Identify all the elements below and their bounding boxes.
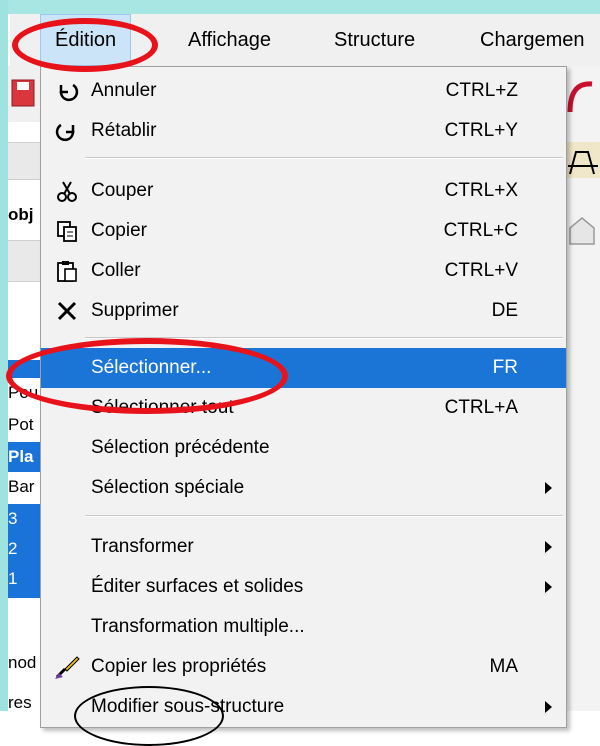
menu-item-label: Annuler <box>91 80 157 101</box>
left-toolbar <box>8 66 40 122</box>
annotation-circle-edition <box>12 18 158 72</box>
menu-item-shortcut: CTRL+V <box>444 260 518 281</box>
save-icon[interactable] <box>8 74 38 114</box>
left-filter-strip <box>8 240 40 282</box>
undo-icon <box>53 77 81 105</box>
submenu-arrow-icon <box>545 482 552 494</box>
menu-item-transformer[interactable]: Transformer <box>41 527 566 567</box>
menu-structure[interactable]: Structure <box>334 14 415 66</box>
left-label-nod: nod <box>8 653 37 672</box>
annotation-circle-partial <box>74 686 224 746</box>
menu-item-label: Copier les propriétés <box>91 656 267 677</box>
menu-item-coller[interactable]: Coller CTRL+V <box>41 251 566 291</box>
submenu-arrow-icon <box>545 581 552 593</box>
menu-item-label: Couper <box>91 180 154 201</box>
menu-item-retablir[interactable]: Rétablir CTRL+Y <box>41 111 566 151</box>
redo-icon <box>53 117 81 145</box>
home-icon[interactable] <box>566 210 600 250</box>
left-label-pot[interactable]: Pot <box>8 410 40 440</box>
submenu-arrow-icon <box>545 541 552 553</box>
left-label-pla[interactable]: Pla <box>8 442 40 472</box>
left-label-res: res <box>8 693 32 712</box>
menu-item-selection-speciale[interactable]: Sélection spéciale <box>41 468 566 508</box>
brush-icon <box>53 653 81 681</box>
paste-icon <box>53 257 81 285</box>
menu-chargement[interactable]: Chargemen <box>480 14 585 66</box>
menu-item-supprimer[interactable]: Supprimer DE <box>41 291 566 331</box>
menu-item-couper[interactable]: Couper CTRL+X <box>41 171 566 211</box>
left-label-3[interactable]: 3 <box>8 504 40 534</box>
menu-item-shortcut: DE <box>491 300 518 321</box>
menu-item-annuler[interactable]: Annuler CTRL+Z <box>41 71 566 111</box>
menu-separator <box>85 157 563 159</box>
window-left-strip <box>0 0 8 711</box>
menu-item-shortcut: CTRL+Z <box>445 80 518 101</box>
menu-item-label: Transformer <box>91 536 194 557</box>
menu-separator <box>85 515 563 517</box>
menu-item-shortcut: CTRL+A <box>444 397 518 418</box>
menu-item-copier[interactable]: Copier CTRL+C <box>41 211 566 251</box>
scissors-icon <box>53 177 81 205</box>
menu-affichage[interactable]: Affichage <box>188 14 271 66</box>
menu-item-shortcut: CTRL+Y <box>444 120 518 141</box>
right-toolbar <box>566 72 600 122</box>
menu-item-label: Éditer surfaces et solides <box>91 576 304 597</box>
menu-item-shortcut: CTRL+C <box>443 220 518 241</box>
redo-toolbar-icon[interactable] <box>566 72 600 122</box>
left-label-2[interactable]: 2 <box>8 534 40 564</box>
menu-item-shortcut: CTRL+X <box>444 180 518 201</box>
left-toolbar-strip <box>8 142 40 180</box>
menu-item-label: Coller <box>91 260 141 281</box>
menu-item-shortcut: MA <box>489 656 519 677</box>
menu-item-selection-precedente[interactable]: Sélection précédente <box>41 428 566 468</box>
left-label-bar[interactable]: Bar <box>8 472 40 502</box>
copy-icon <box>53 217 81 245</box>
menu-item-label: Supprimer <box>91 300 179 321</box>
menu-item-shortcut: FR <box>492 357 518 378</box>
frame-icon[interactable] <box>566 142 600 178</box>
menu-item-editer-surfaces[interactable]: Éditer surfaces et solides <box>41 567 566 607</box>
menu-item-label: Copier <box>91 220 147 241</box>
left-label-obj: obj <box>8 205 34 224</box>
menu-item-label: Rétablir <box>91 120 157 141</box>
menu-item-label: Transformation multiple... <box>91 616 305 637</box>
delete-x-icon <box>53 297 81 325</box>
right-tool-strip <box>566 142 600 178</box>
right-home-tool <box>566 210 600 250</box>
menu-item-label: Sélection précédente <box>91 437 270 458</box>
window-top-strip <box>0 0 600 14</box>
annotation-circle-selectionner <box>6 338 288 414</box>
menu-item-label: Sélection spéciale <box>91 477 245 498</box>
menu-item-copier-proprietes[interactable]: Copier les propriétés MA <box>41 647 566 687</box>
left-label-1[interactable]: 1 <box>8 564 40 598</box>
menu-item-transformation-multiple[interactable]: Transformation multiple... <box>41 607 566 647</box>
submenu-arrow-icon <box>545 701 552 713</box>
